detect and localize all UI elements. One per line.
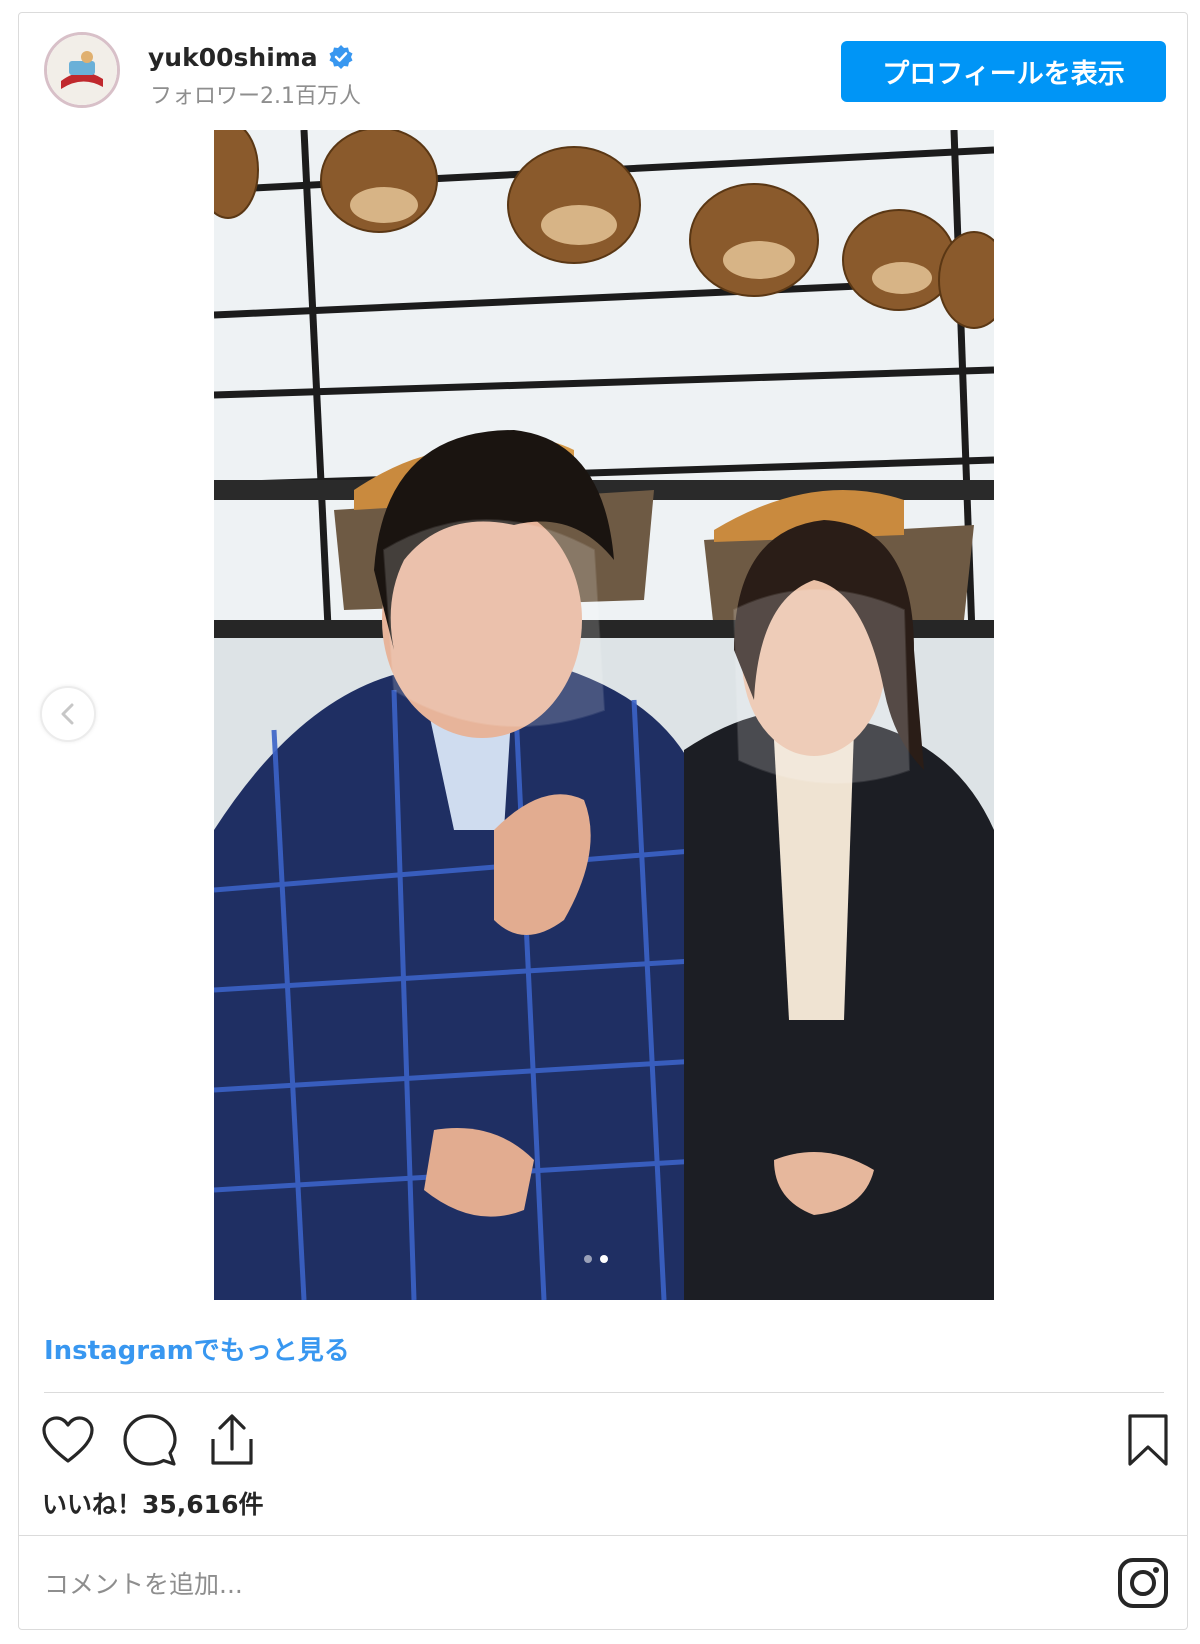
follower-count: フォロワー2.1百万人 <box>150 84 361 109</box>
view-more-on-instagram-link[interactable]: Instagramでもっと見る <box>44 1330 350 1367</box>
like-button[interactable] <box>38 1410 98 1470</box>
username[interactable]: yuk00shima <box>148 43 318 72</box>
instagram-logo-icon[interactable] <box>1116 1556 1170 1610</box>
carousel-dot <box>584 1255 592 1263</box>
save-button[interactable] <box>1118 1408 1178 1472</box>
username-row: yuk00shima <box>148 40 354 74</box>
comment-button[interactable] <box>120 1410 180 1470</box>
heart-icon <box>42 1416 94 1463</box>
chevron-left-icon <box>61 703 74 725</box>
verified-badge-icon <box>328 44 354 70</box>
like-count[interactable]: いいね！35,616件 <box>42 1485 263 1521</box>
post-photo[interactable] <box>214 130 994 1300</box>
bookmark-icon <box>1128 1414 1168 1466</box>
share-button[interactable] <box>202 1410 262 1470</box>
action-bar <box>38 1408 262 1472</box>
avatar[interactable] <box>44 32 120 108</box>
view-profile-button[interactable]: プロフィールを表示 <box>841 41 1166 102</box>
carousel-prev-button[interactable] <box>40 686 96 742</box>
carousel-indicator <box>584 1255 608 1263</box>
divider <box>44 1392 1164 1393</box>
divider <box>18 1535 1188 1536</box>
share-upload-icon <box>211 1414 253 1465</box>
comment-input[interactable] <box>42 1558 1026 1610</box>
comment-bubble-icon <box>123 1414 177 1466</box>
carousel-dot-active <box>600 1255 608 1263</box>
